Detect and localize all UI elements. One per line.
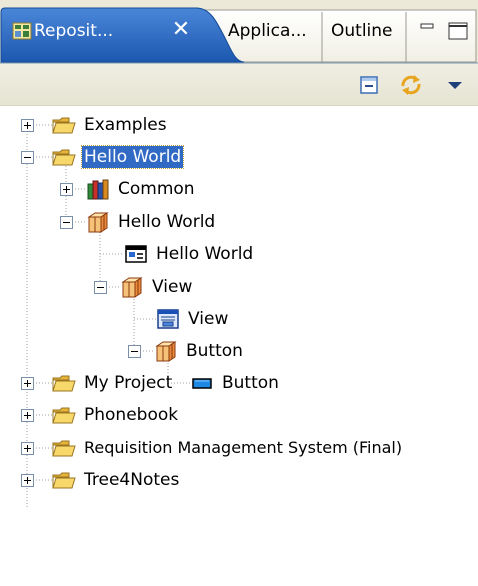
folder-icon [52, 117, 76, 134]
expand-toggle[interactable] [21, 377, 34, 390]
maximize-icon[interactable] [448, 22, 468, 40]
folder-icon [52, 375, 76, 392]
folder-icon [52, 472, 76, 489]
tree-item-label: Examples [84, 115, 167, 135]
folder-icon [52, 407, 76, 424]
expand-toggle[interactable] [21, 119, 34, 132]
folder-icon [52, 149, 76, 166]
view-form-icon [157, 309, 179, 329]
window-icon [125, 245, 147, 263]
collapse-toggle[interactable] [60, 216, 73, 229]
sync-icon[interactable] [398, 72, 424, 98]
expand-toggle[interactable] [21, 474, 34, 487]
tree-item-view-form[interactable]: View [156, 304, 230, 334]
tree-item-tree4notes[interactable]: Tree4Notes [52, 465, 181, 495]
repository-tree: Examples Hello World Common Hello World [0, 107, 478, 586]
collapse-all-icon[interactable] [356, 72, 382, 98]
tree-item-button-widget[interactable]: Button [190, 368, 281, 398]
tree-item-label: View [188, 309, 229, 329]
view-tab-bar: Reposit... ✕ Applica... Outline [0, 0, 478, 64]
tab-repository[interactable]: Reposit... [34, 20, 113, 42]
tree-item-my-project[interactable]: My Project [52, 368, 174, 398]
expand-toggle[interactable] [21, 409, 34, 422]
tree-item-label: Hello World [118, 212, 216, 232]
tree-item-button-package[interactable]: Button [154, 336, 245, 366]
tree-item-label: Common [118, 179, 195, 199]
close-tab-icon[interactable]: ✕ [171, 18, 191, 42]
view-menu-icon[interactable] [442, 72, 468, 98]
tree-item-label: Hello World [156, 244, 254, 264]
repository-icon [12, 22, 32, 40]
tree-item-label: Phonebook [84, 405, 179, 425]
tree-item-hello-world-package[interactable]: Hello World [86, 207, 217, 237]
tree-item-label: My Project [84, 373, 173, 393]
tree-item-label: Button [186, 341, 243, 361]
tree-item-common[interactable]: Common [86, 174, 197, 204]
expand-toggle[interactable] [21, 442, 34, 455]
tree-item-hello-world-folder[interactable]: Hello World [52, 142, 185, 172]
tab-outline[interactable]: Outline [331, 20, 393, 42]
tree-item-label: Hello World [80, 145, 185, 169]
package-icon [121, 277, 143, 298]
view-toolbar [0, 64, 478, 106]
tree-item-label: View [152, 277, 193, 297]
collapse-toggle[interactable] [94, 281, 107, 294]
tree-item-label: Button [222, 373, 279, 393]
folder-icon [52, 440, 76, 457]
collapse-toggle[interactable] [21, 151, 34, 164]
package-icon [155, 341, 177, 362]
button-widget-icon [192, 378, 212, 389]
tree-item-hello-world-window[interactable]: Hello World [124, 239, 255, 269]
tree-item-requisition-management-system[interactable]: Requisition Management System (Final) [52, 433, 404, 463]
tab-applications[interactable]: Applica... [228, 20, 307, 42]
package-icon [87, 212, 109, 233]
tree-item-view-package[interactable]: View [120, 272, 194, 302]
expand-toggle[interactable] [60, 183, 73, 196]
books-icon [87, 179, 109, 200]
collapse-toggle[interactable] [128, 345, 141, 358]
tree-item-label: Tree4Notes [84, 470, 180, 490]
tree-item-label: Requisition Management System (Final) [84, 438, 403, 457]
tree-item-phonebook[interactable]: Phonebook [52, 400, 180, 430]
tree-item-examples[interactable]: Examples [52, 110, 169, 140]
minimize-icon[interactable] [420, 22, 434, 36]
